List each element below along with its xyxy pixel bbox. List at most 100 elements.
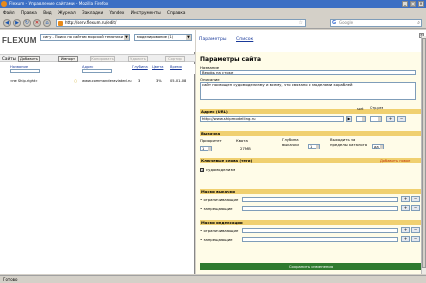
chevron-down-icon [378,117,381,121]
index-mask-allow-remove-button[interactable]: − [411,227,420,233]
menubar: Файл Правка Вид Журнал Закладки Yandex И… [0,9,426,16]
row-pct: 3% [156,79,162,83]
import-button[interactable]: Импорт [58,56,78,62]
stop-icon[interactable]: ✕ [33,19,41,27]
menu-history[interactable]: Журнал [58,10,76,15]
chevron-down-icon[interactable]: ▼ [186,35,191,40]
depth-select[interactable]: 1 [308,144,320,149]
column-colors[interactable]: Цвета [152,65,163,69]
priority-select[interactable]: 1 [200,146,212,151]
url-input[interactable]: http://www.shipmodelling.ru [200,116,344,122]
chevron-down-icon [380,145,383,149]
site-name-input[interactable]: Верфь на стоке [200,70,416,75]
menu-edit[interactable]: Правка [21,10,37,15]
section-address-title: Адрес (URL) [201,109,228,114]
project-select-value: сигу - Поиск по сайтам морской тематики [43,35,123,39]
menu-yandex[interactable]: Yandex [110,10,125,15]
section-address: Адрес (URL) [200,109,422,114]
url-text: http://serv.flexum.ru/edit/ [65,20,117,25]
chevron-down-icon [316,145,319,149]
row-time: 05-01-08 [170,79,187,83]
index-mask-deny-input[interactable] [242,237,398,242]
outside-value: да [374,145,379,149]
add-site-button[interactable]: Добавить [18,56,40,62]
logo-area: FLEXUM сигу - Поиск по сайтам морской те… [0,30,195,52]
sites-panel: FLEXUM сигу - Поиск по сайтам морской те… [0,30,195,274]
sort-select[interactable] [356,116,366,122]
menu-tools[interactable]: Инструменты [131,10,161,15]
remove-url-button[interactable]: − [397,116,406,122]
menu-view[interactable]: Вид [43,10,52,15]
fetch-mask-allow-label: • ограничивающие [200,197,239,202]
project-select[interactable]: сигу - Поиск по сайтам морской тематики … [40,34,130,41]
scrollbar[interactable] [421,36,426,274]
close-window-button[interactable]: × [418,1,424,7]
description-textarea[interactable]: сайт посвящен судомоделизму и всему, что… [200,82,416,100]
maximize-button[interactable]: □ [410,1,416,7]
fetch-mask-allow-input[interactable] [242,197,398,202]
fetch-mask-allow-remove-button[interactable]: − [411,196,420,202]
type-select[interactable]: моделирование (1) ▼ [134,34,192,41]
column-depth[interactable]: Глубина [132,65,148,69]
index-mask-deny-add-button[interactable]: + [401,236,410,242]
fetch-mask-allow-text: ограничивающие [203,197,239,202]
back-icon[interactable]: ◀ [3,19,11,27]
index-mask-allow-label: • ограничивающие [200,228,239,233]
column-time[interactable]: Время [170,65,182,69]
firefox-icon [1,1,7,7]
window-titlebar: Flexum - Управление сайтами - Mozilla Fi… [0,0,426,8]
site-params-panel: Параметры Список × Параметры сайта Назва… [196,30,426,274]
add-keyword-link[interactable]: Добавить новое [380,159,410,163]
pages-select[interactable] [370,116,382,122]
search-icon[interactable]: ⌕ [417,20,420,26]
section-index-masks: Маски индексации [200,220,422,225]
index-mask-allow-input[interactable] [242,228,398,233]
search-input[interactable]: G Google ⌕ [330,19,422,27]
bookmark-star-icon[interactable]: ☆ [299,20,303,26]
reload-icon[interactable]: ↻ [23,19,31,27]
url-bar[interactable]: http://serv.flexum.ru/edit/ ☆ [56,19,306,27]
section-fetch-masks: Маски выкачки [200,189,422,194]
type-select-value: моделирование (1) [137,35,174,39]
sites-table-header: Название Адрес Глубина Цвета Время [0,64,195,74]
section-keywords-title: Ключевые слова (теги) [201,158,253,163]
pages-label: Стр.рез [370,106,384,110]
menu-help[interactable]: Справка [167,10,185,15]
sort-label: sort [357,107,364,111]
home-icon[interactable]: ⌂ [43,19,51,27]
status-bar: Готово [0,275,426,283]
scrollbar-thumb[interactable] [422,38,426,268]
keyword-remove-icon[interactable]: × [200,168,204,172]
fetch-mask-deny-remove-button[interactable]: − [411,205,420,211]
filter-name-input[interactable] [10,69,40,73]
navigation-toolbar: ◀ ▶ ↻ ✕ ⌂ http://serv.flexum.ru/edit/ ☆ … [0,17,426,29]
index-mask-allow-text: ограничивающие [203,228,239,233]
table-row[interactable]: «не Ship.right» ○ www.сommanderaviated.r… [0,78,195,84]
save-button[interactable]: Сохранить изменения [200,263,422,270]
play-icon[interactable]: ▶ [346,116,352,122]
fetch-mask-deny-add-button[interactable]: + [401,205,410,211]
filter-address-input[interactable] [82,69,112,73]
fetch-mask-deny-input[interactable] [242,206,398,211]
priority-label: Приоритет [200,138,222,143]
index-mask-deny-remove-button[interactable]: − [411,236,420,242]
tab-list[interactable]: Список [236,37,253,42]
add-url-button[interactable]: + [386,116,395,122]
index-mask-allow-add-button[interactable]: + [401,227,410,233]
row-status-icon: ○ [74,79,78,83]
depth-label: Глубина выкачки [282,137,299,147]
status-text: Готово [3,277,18,282]
menu-bookmarks[interactable]: Закладки [82,10,103,15]
delete-button[interactable]: Удалить [128,56,148,62]
tab-params[interactable]: Параметры [199,37,227,42]
fetch-mask-allow-add-button[interactable]: + [401,196,410,202]
chevron-down-icon[interactable]: ▼ [124,35,129,40]
copy-button[interactable]: Копировать [90,56,115,62]
google-icon: G [332,20,337,26]
logo-text: FLEXUM [2,36,37,45]
minimize-button[interactable]: _ [402,1,408,7]
sort-button[interactable]: Сортир [165,56,185,62]
outside-select[interactable]: да [372,144,384,149]
forward-icon[interactable]: ▶ [13,19,21,27]
menu-file[interactable]: Файл [3,10,15,15]
